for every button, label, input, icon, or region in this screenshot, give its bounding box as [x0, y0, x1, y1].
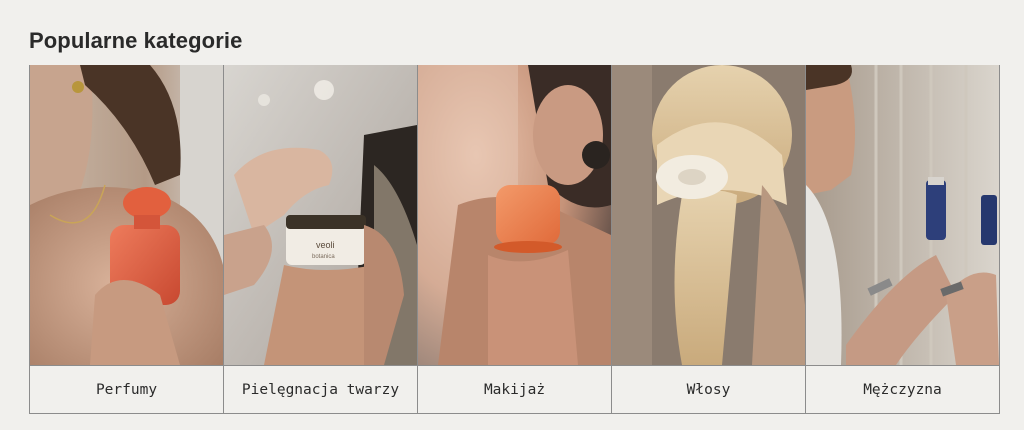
makeup-photo[interactable]: [418, 65, 611, 365]
category-label[interactable]: Makijaż: [418, 365, 611, 414]
veoli-sub-text: botanica: [312, 254, 335, 260]
category-card-pielegnacja-twarzy[interactable]: veoli botanica Pielęgnacja twarzy: [224, 65, 418, 414]
face-care-photo[interactable]: veoli botanica: [224, 65, 417, 365]
category-label[interactable]: Włosy: [612, 365, 805, 414]
category-card-wlosy[interactable]: Włosy: [612, 65, 806, 414]
men-photo[interactable]: [806, 65, 999, 365]
category-label[interactable]: Mężczyzna: [806, 365, 999, 414]
hair-photo[interactable]: [612, 65, 805, 365]
category-card-makijaz[interactable]: Makijaż: [418, 65, 612, 414]
category-label[interactable]: Pielęgnacja twarzy: [224, 365, 417, 414]
section-title: Popularne kategorie: [29, 28, 243, 54]
category-grid: Perfumy veoli botanica Pielęgnacja twarz…: [29, 65, 1000, 414]
category-card-mezczyzna[interactable]: Mężczyzna: [806, 65, 1000, 414]
category-card-perfumy[interactable]: Perfumy: [29, 65, 224, 414]
perfume-photo[interactable]: [30, 65, 223, 365]
veoli-brand-text: veoli: [316, 240, 335, 250]
category-label[interactable]: Perfumy: [30, 365, 223, 414]
